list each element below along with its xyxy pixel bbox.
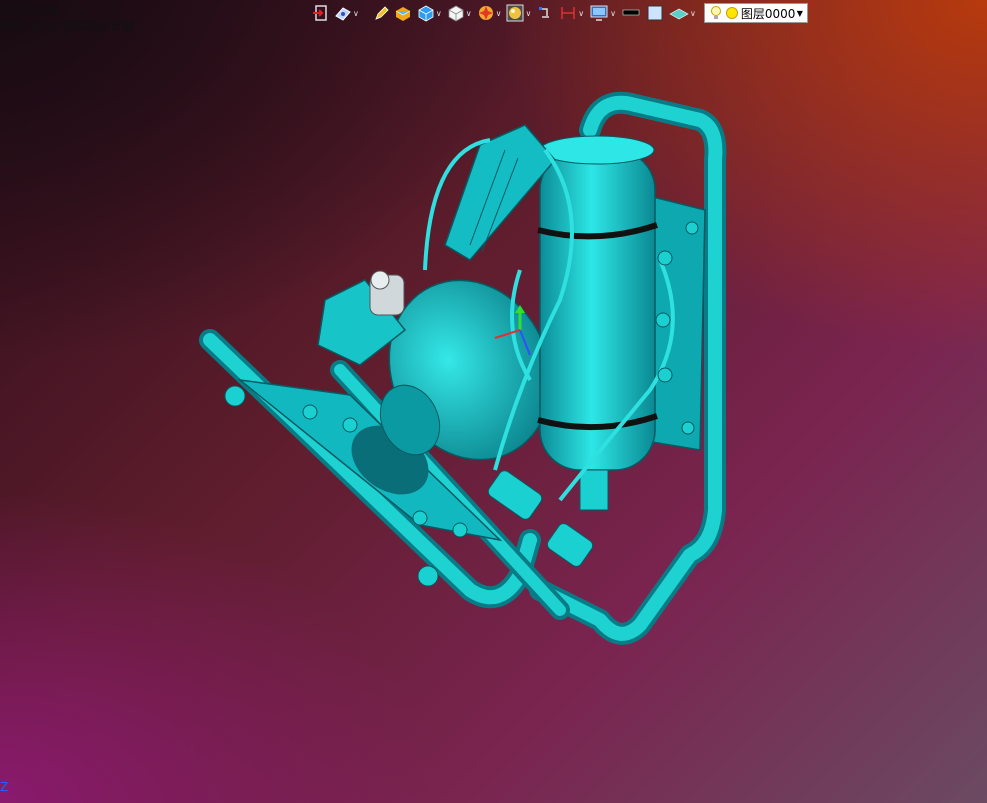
compressor-model[interactable]: [0, 0, 987, 803]
cad-viewport[interactable]: 请拾取对象 选择 '显示' 或编辑过滤器 ∨ ∨ ∨ ∨ ∨ ∨ ∨ ∨ 图层0…: [0, 0, 987, 803]
z-axis-label: Z: [0, 780, 9, 794]
air-filter: [444, 124, 556, 261]
